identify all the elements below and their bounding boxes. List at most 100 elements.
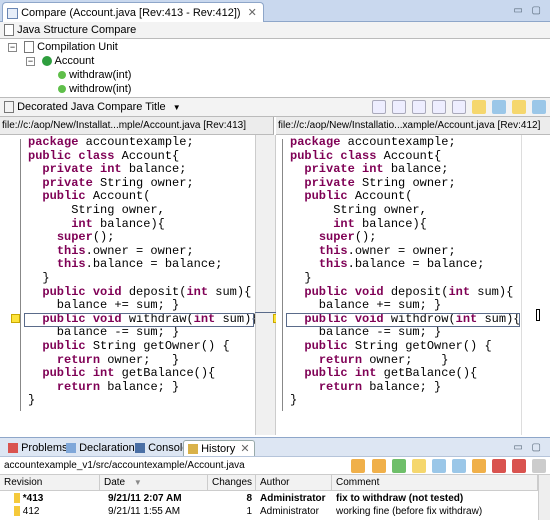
close-icon[interactable]: ✕ — [248, 7, 257, 19]
ancestor-icon[interactable] — [511, 100, 526, 114]
column-author[interactable]: Author — [256, 475, 332, 491]
code-line[interactable]: return balance; } — [290, 380, 441, 395]
code-line[interactable]: return balance; } — [28, 380, 179, 395]
tree-method-withdrow[interactable]: withdrow(int) — [58, 82, 131, 96]
keyword-token: int — [354, 366, 377, 381]
code-line[interactable]: this.balance = balance; — [28, 257, 223, 272]
code-line[interactable]: int balance){ — [28, 217, 165, 232]
keyword-token: this — [318, 257, 348, 272]
copy-left-icon[interactable] — [371, 100, 386, 114]
code-line[interactable]: public void deposit(int sum){ — [290, 284, 513, 300]
code-line[interactable]: balance += sum; } — [28, 299, 179, 313]
minimize-maximize-icons[interactable]: ▭ ▢ — [513, 442, 544, 453]
compare-mode-icon[interactable] — [431, 459, 446, 473]
code-line[interactable]: package accountexample; — [28, 135, 194, 150]
ignore-whitespace-icon[interactable] — [471, 100, 486, 114]
code-line[interactable]: String owner, — [28, 203, 165, 218]
code-line[interactable]: return owner; } — [28, 353, 179, 368]
code-line[interactable]: private int balance; — [290, 162, 448, 177]
next-change-icon[interactable] — [451, 100, 466, 114]
compare-center-gutter[interactable] — [255, 135, 282, 435]
code-line[interactable]: private int balance; — [28, 162, 186, 177]
code-line[interactable]: public void deposit(int sum){ — [28, 285, 251, 300]
pin-icon[interactable] — [391, 459, 406, 473]
code-line[interactable]: package accountexample; — [290, 135, 456, 150]
code-line[interactable]: public String getOwner() { — [290, 339, 491, 354]
sort-desc-icon: ▼ — [133, 478, 142, 487]
code-line[interactable]: public Account( — [28, 190, 150, 204]
code-line[interactable]: public class Account{ — [290, 148, 441, 164]
dropdown-icon[interactable]: ▼ — [173, 103, 181, 112]
author-cell: Administrator — [260, 506, 319, 517]
link-icon[interactable] — [371, 459, 386, 473]
code-line[interactable]: public String getOwner() { — [28, 339, 229, 354]
code-line[interactable]: } — [290, 271, 311, 286]
table-row[interactable]: 412 9/21/11 1:55 AM 1 Administrator work… — [0, 505, 538, 518]
filter-icon[interactable] — [411, 459, 426, 473]
history-view-menu-icon[interactable] — [532, 459, 546, 473]
code-line[interactable]: public Account( — [290, 190, 412, 204]
keyword-token: this — [56, 243, 86, 258]
right-code-pane[interactable]: package accountexample; public class Acco… — [276, 135, 521, 435]
collapse-all-icon[interactable] — [471, 459, 486, 473]
code-line[interactable]: balance += sum; } — [290, 299, 441, 313]
merge-icon[interactable] — [491, 100, 506, 114]
code-line[interactable]: super(); — [28, 230, 115, 245]
group-icon[interactable] — [451, 459, 466, 473]
code-line[interactable]: int balance){ — [290, 217, 427, 232]
minimize-maximize-icons[interactable]: ▭ ▢ — [513, 5, 544, 16]
code-line[interactable]: this.owner = owner; — [28, 243, 194, 259]
code-line[interactable]: public int getBalance(){ — [290, 366, 477, 381]
history-scrollbar[interactable] — [538, 475, 550, 520]
revision-cell: 412 — [10, 505, 43, 518]
swap-icon[interactable] — [532, 100, 546, 114]
keyword-token: public — [304, 284, 348, 299]
tab-history[interactable]: History ✕ — [183, 440, 255, 456]
revision-icon — [14, 506, 20, 517]
code-line[interactable]: super(); — [290, 230, 377, 245]
diff-highlight — [286, 312, 520, 327]
diff-overview-marker[interactable] — [536, 309, 540, 321]
keyword-token: public — [290, 148, 334, 163]
copy-right-icon[interactable] — [391, 100, 406, 114]
problems-icon — [8, 443, 18, 454]
column-date[interactable]: Date ▼ — [100, 475, 208, 491]
code-line[interactable]: } — [290, 394, 297, 408]
next-diff-icon[interactable] — [411, 100, 426, 114]
keyword-token: this — [56, 257, 86, 272]
code-line[interactable]: String owner, — [290, 203, 427, 218]
collapse-icon[interactable]: − — [26, 56, 35, 66]
code-line[interactable]: } — [28, 271, 49, 286]
code-line[interactable]: return owner; } — [290, 353, 449, 368]
close-icon[interactable]: ✕ — [240, 443, 249, 455]
code-line[interactable]: private String owner; — [28, 176, 193, 191]
column-comment[interactable]: Comment — [332, 475, 538, 491]
column-changes[interactable]: Changes — [208, 475, 256, 491]
code-line[interactable]: balance -= sum; } — [28, 326, 179, 340]
code-line[interactable]: private String owner; — [290, 176, 455, 191]
table-row[interactable]: *413 9/21/11 2:07 AM 8 Administrator fix… — [0, 492, 538, 505]
code-line[interactable]: this.owner = owner; — [290, 244, 456, 259]
code-line[interactable]: this.balance = balance; — [290, 257, 485, 272]
java-file-icon — [4, 101, 14, 114]
compare-icon — [7, 7, 18, 19]
overview-ruler[interactable] — [521, 135, 550, 435]
code-line[interactable]: } — [28, 394, 35, 408]
collapse-icon[interactable]: − — [8, 42, 17, 52]
right-file-header: file://c:/aop/New/Installatio...xample/A… — [276, 117, 550, 135]
changes-cell: 8 — [246, 493, 252, 504]
remove-all-icon[interactable] — [511, 459, 526, 473]
code-line[interactable]: balance -= sum; } — [290, 326, 441, 340]
prev-diff-icon[interactable] — [431, 100, 446, 114]
tree-method-withdraw[interactable]: withdraw(int) — [58, 68, 131, 82]
compare-editor-tab[interactable]: Compare (Account.java [Rev:413 - Rev:412… — [2, 2, 264, 22]
column-revision[interactable]: Revision — [0, 475, 100, 491]
code-line[interactable]: public int getBalance(){ — [28, 366, 215, 381]
code-line[interactable]: public class Account{ — [28, 149, 179, 164]
tree-compilation-unit[interactable]: − Compilation Unit — [8, 40, 118, 54]
delete-icon[interactable] — [491, 459, 506, 473]
tree-class-account[interactable]: − Account — [26, 54, 94, 68]
left-code-pane[interactable]: package accountexample; public class Acco… — [0, 135, 258, 435]
refresh-icon[interactable] — [351, 459, 366, 473]
tab-declaration[interactable]: Declaration — [62, 441, 139, 457]
